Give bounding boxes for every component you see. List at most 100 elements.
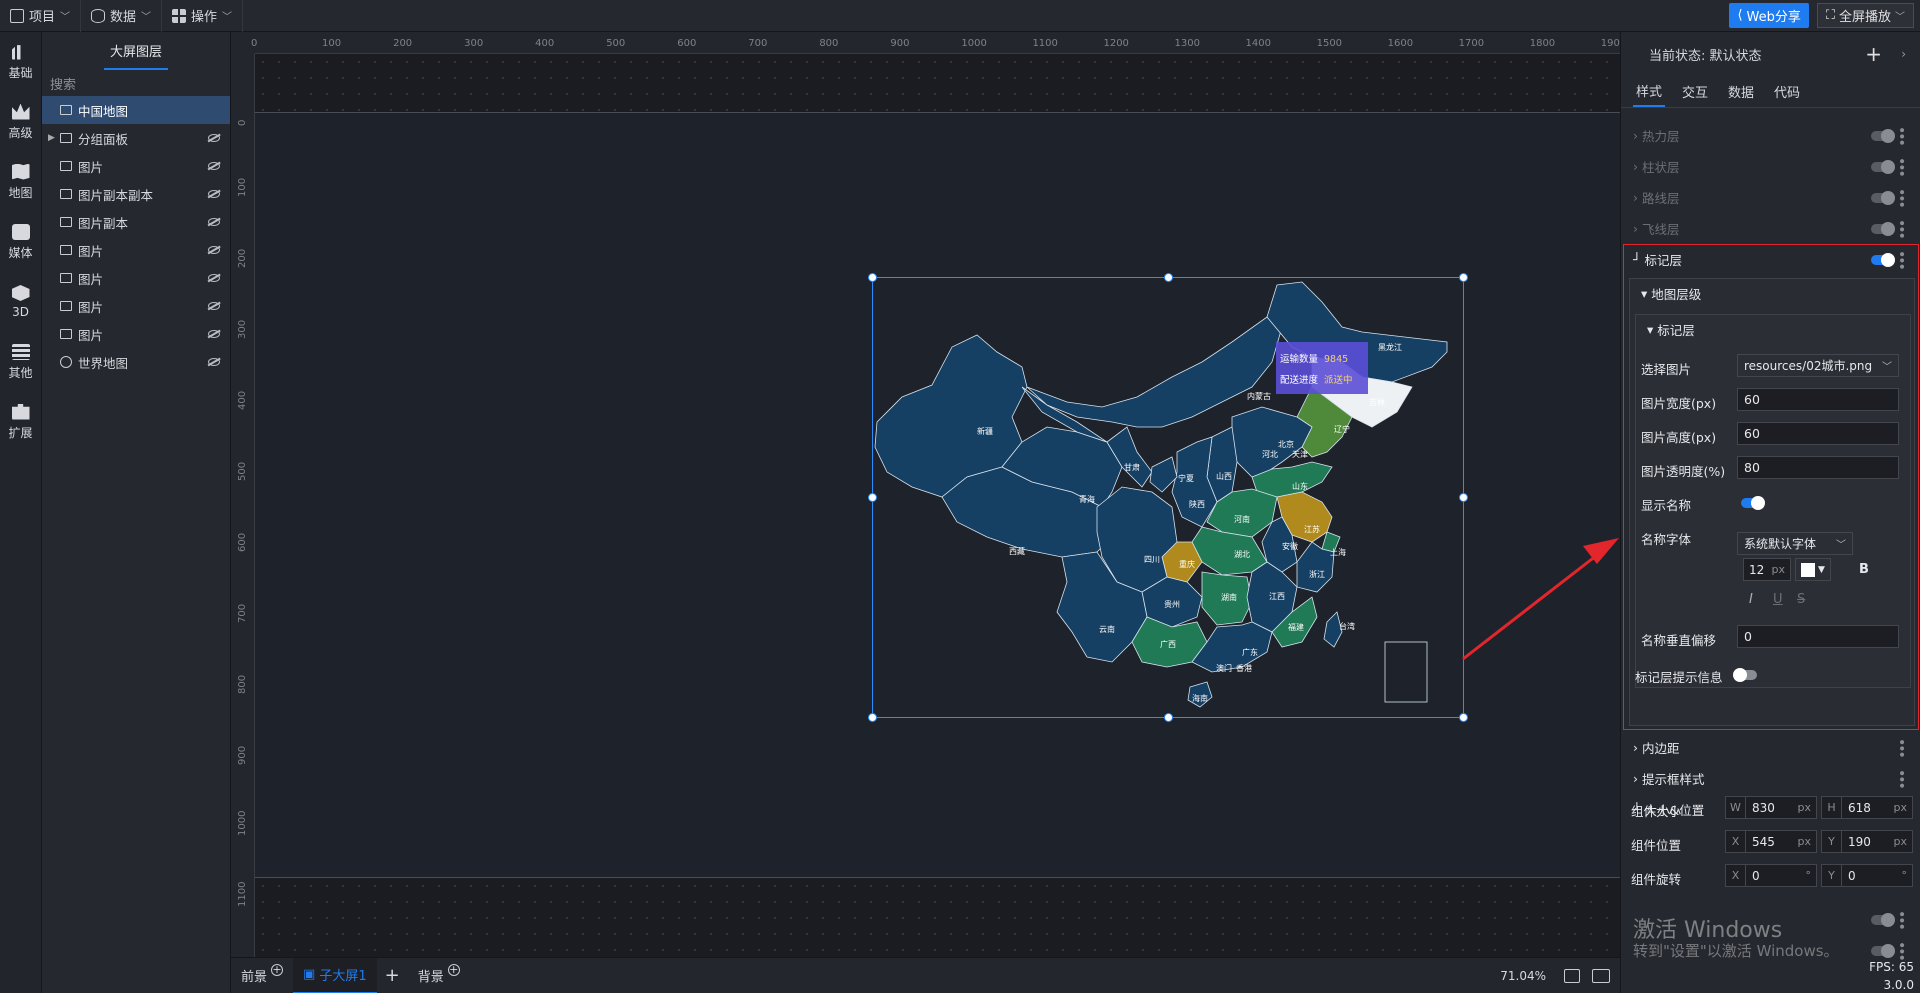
section-flyline-layer[interactable]: › 飞线层 ••• bbox=[1621, 213, 1920, 244]
resize-handle[interactable] bbox=[1459, 713, 1468, 722]
add-state-button[interactable]: + bbox=[1865, 42, 1882, 66]
eye-hidden-icon[interactable] bbox=[208, 246, 220, 254]
toggle[interactable] bbox=[1871, 943, 1895, 958]
layer-search-input[interactable]: 搜索 bbox=[42, 70, 230, 96]
resize-handle[interactable] bbox=[1459, 493, 1468, 502]
resize-handle[interactable] bbox=[1164, 273, 1173, 282]
tab-code[interactable]: 代码 bbox=[1771, 76, 1803, 107]
more-icon[interactable]: ••• bbox=[1893, 219, 1909, 238]
eye-hidden-icon[interactable] bbox=[208, 358, 220, 366]
eye-hidden-icon[interactable] bbox=[208, 302, 220, 310]
resize-handle[interactable] bbox=[1459, 273, 1468, 282]
marker-layer-toggle[interactable] bbox=[1871, 252, 1895, 267]
tab-sub-screen[interactable]: ▣ 子大屏1 bbox=[293, 957, 377, 993]
tab-data[interactable]: 数据 bbox=[1725, 76, 1757, 107]
x-input[interactable]: X 545 px bbox=[1725, 830, 1817, 853]
tab-interaction[interactable]: 交互 bbox=[1679, 76, 1711, 107]
eye-hidden-icon[interactable] bbox=[208, 162, 220, 170]
underline-button[interactable]: U bbox=[1773, 592, 1783, 607]
layer-item[interactable]: 图片副本 bbox=[42, 208, 230, 236]
layer-item[interactable]: 世界地图 bbox=[42, 348, 230, 376]
eye-hidden-icon[interactable] bbox=[208, 218, 220, 226]
layer-toggle[interactable] bbox=[1871, 128, 1895, 143]
caret-right-icon[interactable]: ▶ bbox=[48, 133, 55, 143]
keyboard-icon[interactable] bbox=[1592, 968, 1610, 983]
rail-item-3d[interactable]: 3D bbox=[0, 272, 41, 332]
name-offset-input[interactable]: 0 bbox=[1737, 625, 1899, 648]
eye-hidden-icon[interactable] bbox=[208, 274, 220, 282]
strikethrough-button[interactable]: S bbox=[1797, 592, 1805, 607]
tab-foreground[interactable]: 前景 + bbox=[231, 958, 293, 993]
rotation-y-input[interactable]: Y 0 ° bbox=[1821, 864, 1913, 887]
name-font-dropdown[interactable]: 系统默认字体 ﹀ bbox=[1737, 532, 1853, 555]
map-level-header[interactable]: ▾ 地图层级 bbox=[1629, 278, 1915, 309]
toggle[interactable] bbox=[1871, 912, 1895, 927]
layer-toggle[interactable] bbox=[1871, 221, 1895, 236]
menu-operation[interactable]: 操作 ﹀ bbox=[162, 0, 244, 32]
rail-item-other[interactable]: 其他 bbox=[0, 332, 41, 392]
rail-item-basic[interactable]: 基础 bbox=[0, 32, 41, 92]
layer-item[interactable]: 图片 bbox=[42, 236, 230, 264]
layer-item[interactable]: 图片 bbox=[42, 264, 230, 292]
more-icon[interactable]: ••• bbox=[1893, 769, 1909, 788]
layer-toggle[interactable] bbox=[1871, 190, 1895, 205]
section-marker-layer[interactable]: ┘ 标记层 ••• bbox=[1621, 244, 1920, 275]
layer-item[interactable]: 图片 bbox=[42, 292, 230, 320]
layers-tab[interactable]: 大屏图层 bbox=[42, 32, 230, 70]
rail-item-extend[interactable]: 扩展 bbox=[0, 392, 41, 452]
more-icon[interactable]: ••• bbox=[1893, 738, 1909, 757]
rail-item-media[interactable]: 媒体 bbox=[0, 212, 41, 272]
selection-box[interactable] bbox=[868, 273, 1468, 722]
font-size-input[interactable]: 12 px bbox=[1743, 558, 1791, 581]
section-padding[interactable]: › 内边距 ••• bbox=[1621, 732, 1920, 763]
tab-style[interactable]: 样式 bbox=[1633, 76, 1666, 107]
select-image-dropdown[interactable]: resources/02城市.png ﹀ bbox=[1737, 354, 1899, 377]
layer-item[interactable]: 图片 bbox=[42, 152, 230, 180]
font-color-picker[interactable]: ▼ bbox=[1795, 558, 1831, 581]
tab-background[interactable]: 背景 + bbox=[408, 958, 470, 993]
img-height-input[interactable]: 60 bbox=[1737, 422, 1899, 445]
height-input[interactable]: H 618 px bbox=[1821, 796, 1913, 819]
italic-button[interactable]: I bbox=[1749, 592, 1753, 607]
menu-data[interactable]: 数据 ﹀ bbox=[81, 0, 163, 32]
eye-hidden-icon[interactable] bbox=[208, 330, 220, 338]
fit-screen-icon[interactable] bbox=[1564, 968, 1580, 983]
more-icon[interactable]: ••• bbox=[1893, 941, 1909, 960]
layer-item[interactable]: 中国地图 bbox=[42, 96, 230, 124]
more-icon[interactable]: ••• bbox=[1893, 157, 1909, 176]
y-input[interactable]: Y 190 px bbox=[1821, 830, 1913, 853]
state-select[interactable]: 默认状态 bbox=[1710, 45, 1762, 64]
tooltip-info-toggle[interactable] bbox=[1733, 668, 1757, 682]
menu-project[interactable]: 项目 ﹀ bbox=[0, 0, 82, 32]
rail-item-map[interactable]: 地图 bbox=[0, 152, 41, 212]
section-tooltip-style[interactable]: › 提示框样式 ••• bbox=[1621, 763, 1920, 794]
section-bar-layer[interactable]: › 柱状层 ••• bbox=[1621, 151, 1920, 182]
width-input[interactable]: W 830 px bbox=[1725, 796, 1817, 819]
more-icon[interactable]: ••• bbox=[1893, 910, 1909, 929]
img-width-input[interactable]: 60 bbox=[1737, 388, 1899, 411]
fullscreen-play-button[interactable]: ⛶ 全屏播放 ﹀ bbox=[1816, 3, 1914, 28]
plus-circle-icon[interactable]: + bbox=[271, 963, 284, 976]
section-heat-layer[interactable]: › 热力层 ••• bbox=[1621, 120, 1920, 151]
bold-button[interactable]: B bbox=[1859, 562, 1869, 577]
eye-hidden-icon[interactable] bbox=[208, 134, 220, 142]
resize-handle[interactable] bbox=[868, 493, 877, 502]
more-icon[interactable]: ••• bbox=[1893, 250, 1909, 269]
section-route-layer[interactable]: › 路线层 ••• bbox=[1621, 182, 1920, 213]
chevron-right-icon[interactable]: › bbox=[1901, 47, 1906, 61]
more-icon[interactable]: ••• bbox=[1893, 126, 1909, 145]
layer-item[interactable]: 图片 bbox=[42, 320, 230, 348]
plus-circle-icon[interactable]: + bbox=[447, 963, 460, 976]
resize-handle[interactable] bbox=[1164, 713, 1173, 722]
layer-item[interactable]: ▶ 分组面板 bbox=[42, 124, 230, 152]
editor-canvas[interactable]: 0 100 200 300 400 500 600 700 800 900 1000 1100 1200… bbox=[231, 32, 1620, 957]
resize-handle[interactable] bbox=[868, 713, 877, 722]
show-name-toggle[interactable] bbox=[1741, 496, 1765, 510]
layer-toggle[interactable] bbox=[1871, 159, 1895, 174]
add-screen-button[interactable]: + bbox=[377, 965, 408, 986]
rail-item-advanced[interactable]: 高级 bbox=[0, 92, 41, 152]
layer-item[interactable]: 图片副本副本 bbox=[42, 180, 230, 208]
resize-handle[interactable] bbox=[868, 273, 877, 282]
web-share-button[interactable]: ⟨ Web分享 bbox=[1729, 3, 1809, 28]
more-icon[interactable]: ••• bbox=[1893, 188, 1909, 207]
